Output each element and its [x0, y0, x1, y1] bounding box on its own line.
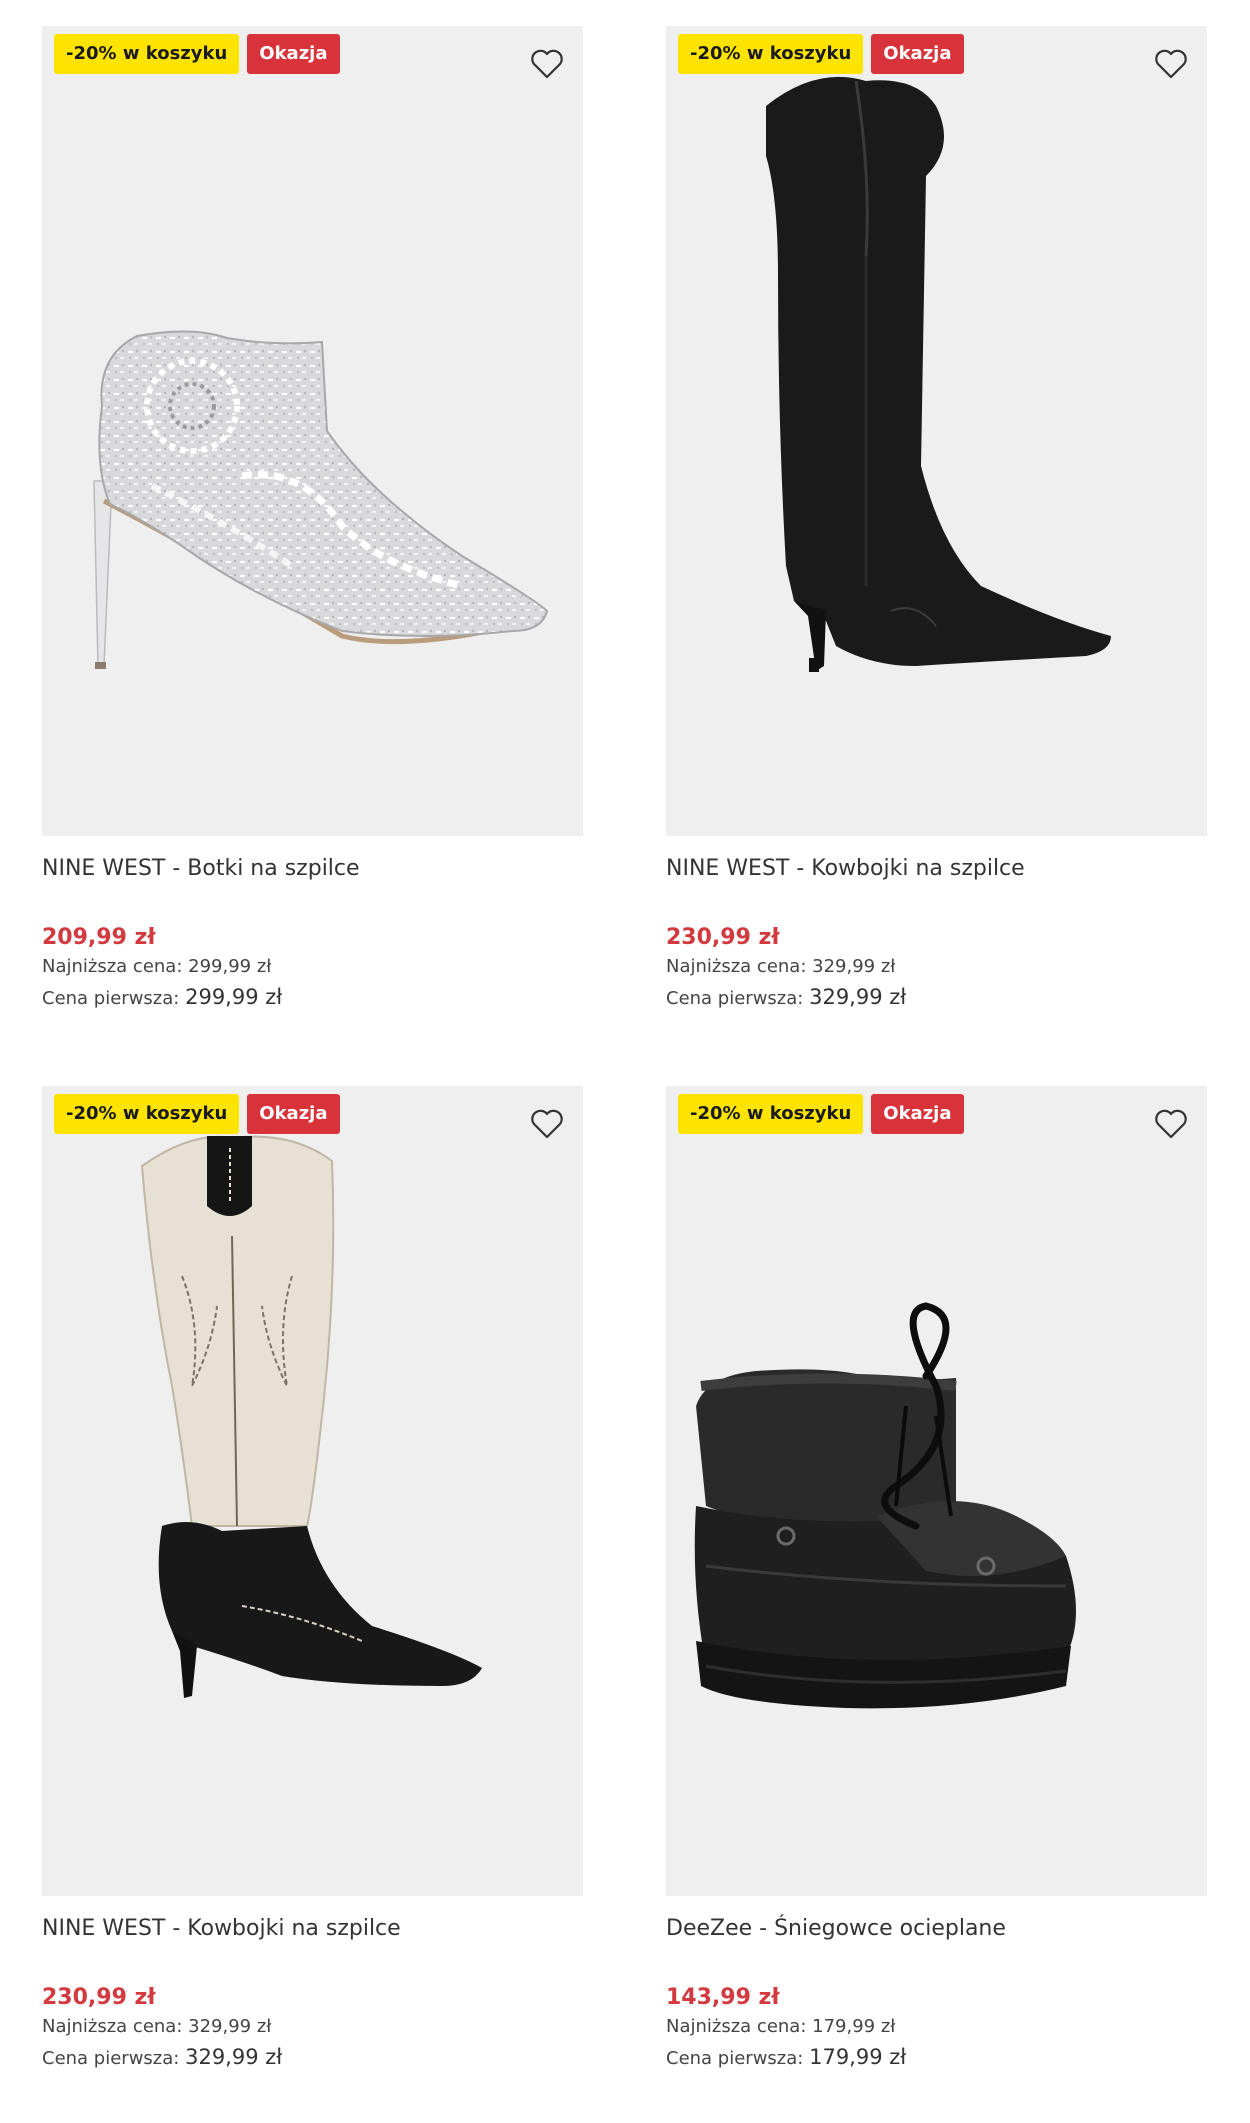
- discount-badge: -20% w koszyku: [678, 1094, 864, 1134]
- original-price-row: Cena pierwsza: 329,99 zł: [666, 982, 1207, 1014]
- heart-outline-icon: [531, 1109, 563, 1139]
- original-price-label: Cena pierwsza:: [42, 988, 180, 1009]
- discount-badge: -20% w koszyku: [54, 1094, 240, 1134]
- product-info: NINE WEST - Kowbojki na szpilce 230,99 z…: [42, 1896, 583, 2074]
- product-image-area[interactable]: -20% w koszyku Okazja: [42, 26, 583, 836]
- product-title[interactable]: DeeZee - Śniegowce ocieplane: [666, 1914, 1207, 1944]
- lowest-price-value: 329,99 zł: [188, 2016, 272, 2037]
- discount-badge: -20% w koszyku: [678, 34, 864, 74]
- sale-price: 230,99 zł: [42, 1985, 156, 2010]
- wishlist-button[interactable]: [1151, 44, 1191, 84]
- product-title[interactable]: NINE WEST - Kowbojki na szpilce: [666, 854, 1207, 884]
- wishlist-button[interactable]: [1151, 1104, 1191, 1144]
- lowest-price-row: Najniższa cena: 329,99 zł: [666, 952, 1207, 982]
- deal-badge: Okazja: [247, 34, 340, 74]
- product-info: NINE WEST - Kowbojki na szpilce 230,99 z…: [666, 836, 1207, 1014]
- product-image-snow-boot: [694, 1302, 1076, 1709]
- original-price-label: Cena pierwsza:: [666, 2048, 804, 2069]
- original-price-value: 329,99 zł: [185, 2045, 283, 2069]
- product-image-area[interactable]: -20% w koszyku Okazja: [666, 1086, 1207, 1896]
- product-title[interactable]: NINE WEST - Kowbojki na szpilce: [42, 1914, 583, 1944]
- original-price-label: Cena pierwsza:: [666, 988, 804, 1009]
- product-badges: -20% w koszyku Okazja: [678, 34, 964, 74]
- product-image-black-tall-boot: [766, 76, 1111, 672]
- heart-outline-icon: [531, 49, 563, 79]
- product-grid: -20% w koszyku Okazja NINE WEST - Botki …: [0, 0, 1250, 2123]
- deal-badge: Okazja: [247, 1094, 340, 1134]
- discount-badge: -20% w koszyku: [54, 34, 240, 74]
- deal-badge: Okazja: [871, 34, 964, 74]
- lowest-price-label: Najniższa cena:: [42, 2016, 183, 2037]
- original-price-row: Cena pierwsza: 299,99 zł: [42, 982, 583, 1014]
- product-card[interactable]: -20% w koszyku Okazja NINE WEST - Kowboj…: [42, 1086, 583, 2074]
- original-price-row: Cena pierwsza: 329,99 zł: [42, 2042, 583, 2074]
- product-card[interactable]: -20% w koszyku Okazja NINE WEST - Kowboj…: [666, 26, 1207, 1014]
- lowest-price-row: Najniższa cena: 299,99 zł: [42, 952, 583, 982]
- product-card[interactable]: -20% w koszyku Okazja NINE WEST - Botki …: [42, 26, 583, 1014]
- product-title[interactable]: NINE WEST - Botki na szpilce: [42, 854, 583, 884]
- wishlist-button[interactable]: [527, 1104, 567, 1144]
- heart-outline-icon: [1155, 49, 1187, 79]
- sale-price: 230,99 zł: [666, 925, 780, 950]
- product-image-silver-bootie: [93, 330, 549, 669]
- lowest-price-value: 299,99 zł: [188, 956, 272, 977]
- product-badges: -20% w koszyku Okazja: [678, 1094, 964, 1134]
- lowest-price-value: 179,99 zł: [812, 2016, 896, 2037]
- lowest-price-label: Najniższa cena:: [666, 2016, 807, 2037]
- product-badges: -20% w koszyku Okazja: [54, 34, 340, 74]
- original-price-row: Cena pierwsza: 179,99 zł: [666, 2042, 1207, 2074]
- original-price-label: Cena pierwsza:: [42, 2048, 180, 2069]
- deal-badge: Okazja: [871, 1094, 964, 1134]
- product-image-western-boot: [140, 1135, 482, 1698]
- sale-price: 209,99 zł: [42, 925, 156, 950]
- lowest-price-row: Najniższa cena: 329,99 zł: [42, 2012, 583, 2042]
- product-info: DeeZee - Śniegowce ocieplane 143,99 zł N…: [666, 1896, 1207, 2074]
- product-info: NINE WEST - Botki na szpilce 209,99 zł N…: [42, 836, 583, 1014]
- lowest-price-label: Najniższa cena:: [666, 956, 807, 977]
- lowest-price-label: Najniższa cena:: [42, 956, 183, 977]
- lowest-price-row: Najniższa cena: 179,99 zł: [666, 2012, 1207, 2042]
- product-card[interactable]: -20% w koszyku Okazja DeeZee - Śniegowce…: [666, 1086, 1207, 2074]
- wishlist-button[interactable]: [527, 44, 567, 84]
- sale-price: 143,99 zł: [666, 1985, 780, 2010]
- product-badges: -20% w koszyku Okazja: [54, 1094, 340, 1134]
- heart-outline-icon: [1155, 1109, 1187, 1139]
- product-image-area[interactable]: -20% w koszyku Okazja: [666, 26, 1207, 836]
- original-price-value: 179,99 zł: [809, 2045, 907, 2069]
- original-price-value: 299,99 zł: [185, 985, 283, 1009]
- lowest-price-value: 329,99 zł: [812, 956, 896, 977]
- product-image-area[interactable]: -20% w koszyku Okazja: [42, 1086, 583, 1896]
- original-price-value: 329,99 zł: [809, 985, 907, 1009]
